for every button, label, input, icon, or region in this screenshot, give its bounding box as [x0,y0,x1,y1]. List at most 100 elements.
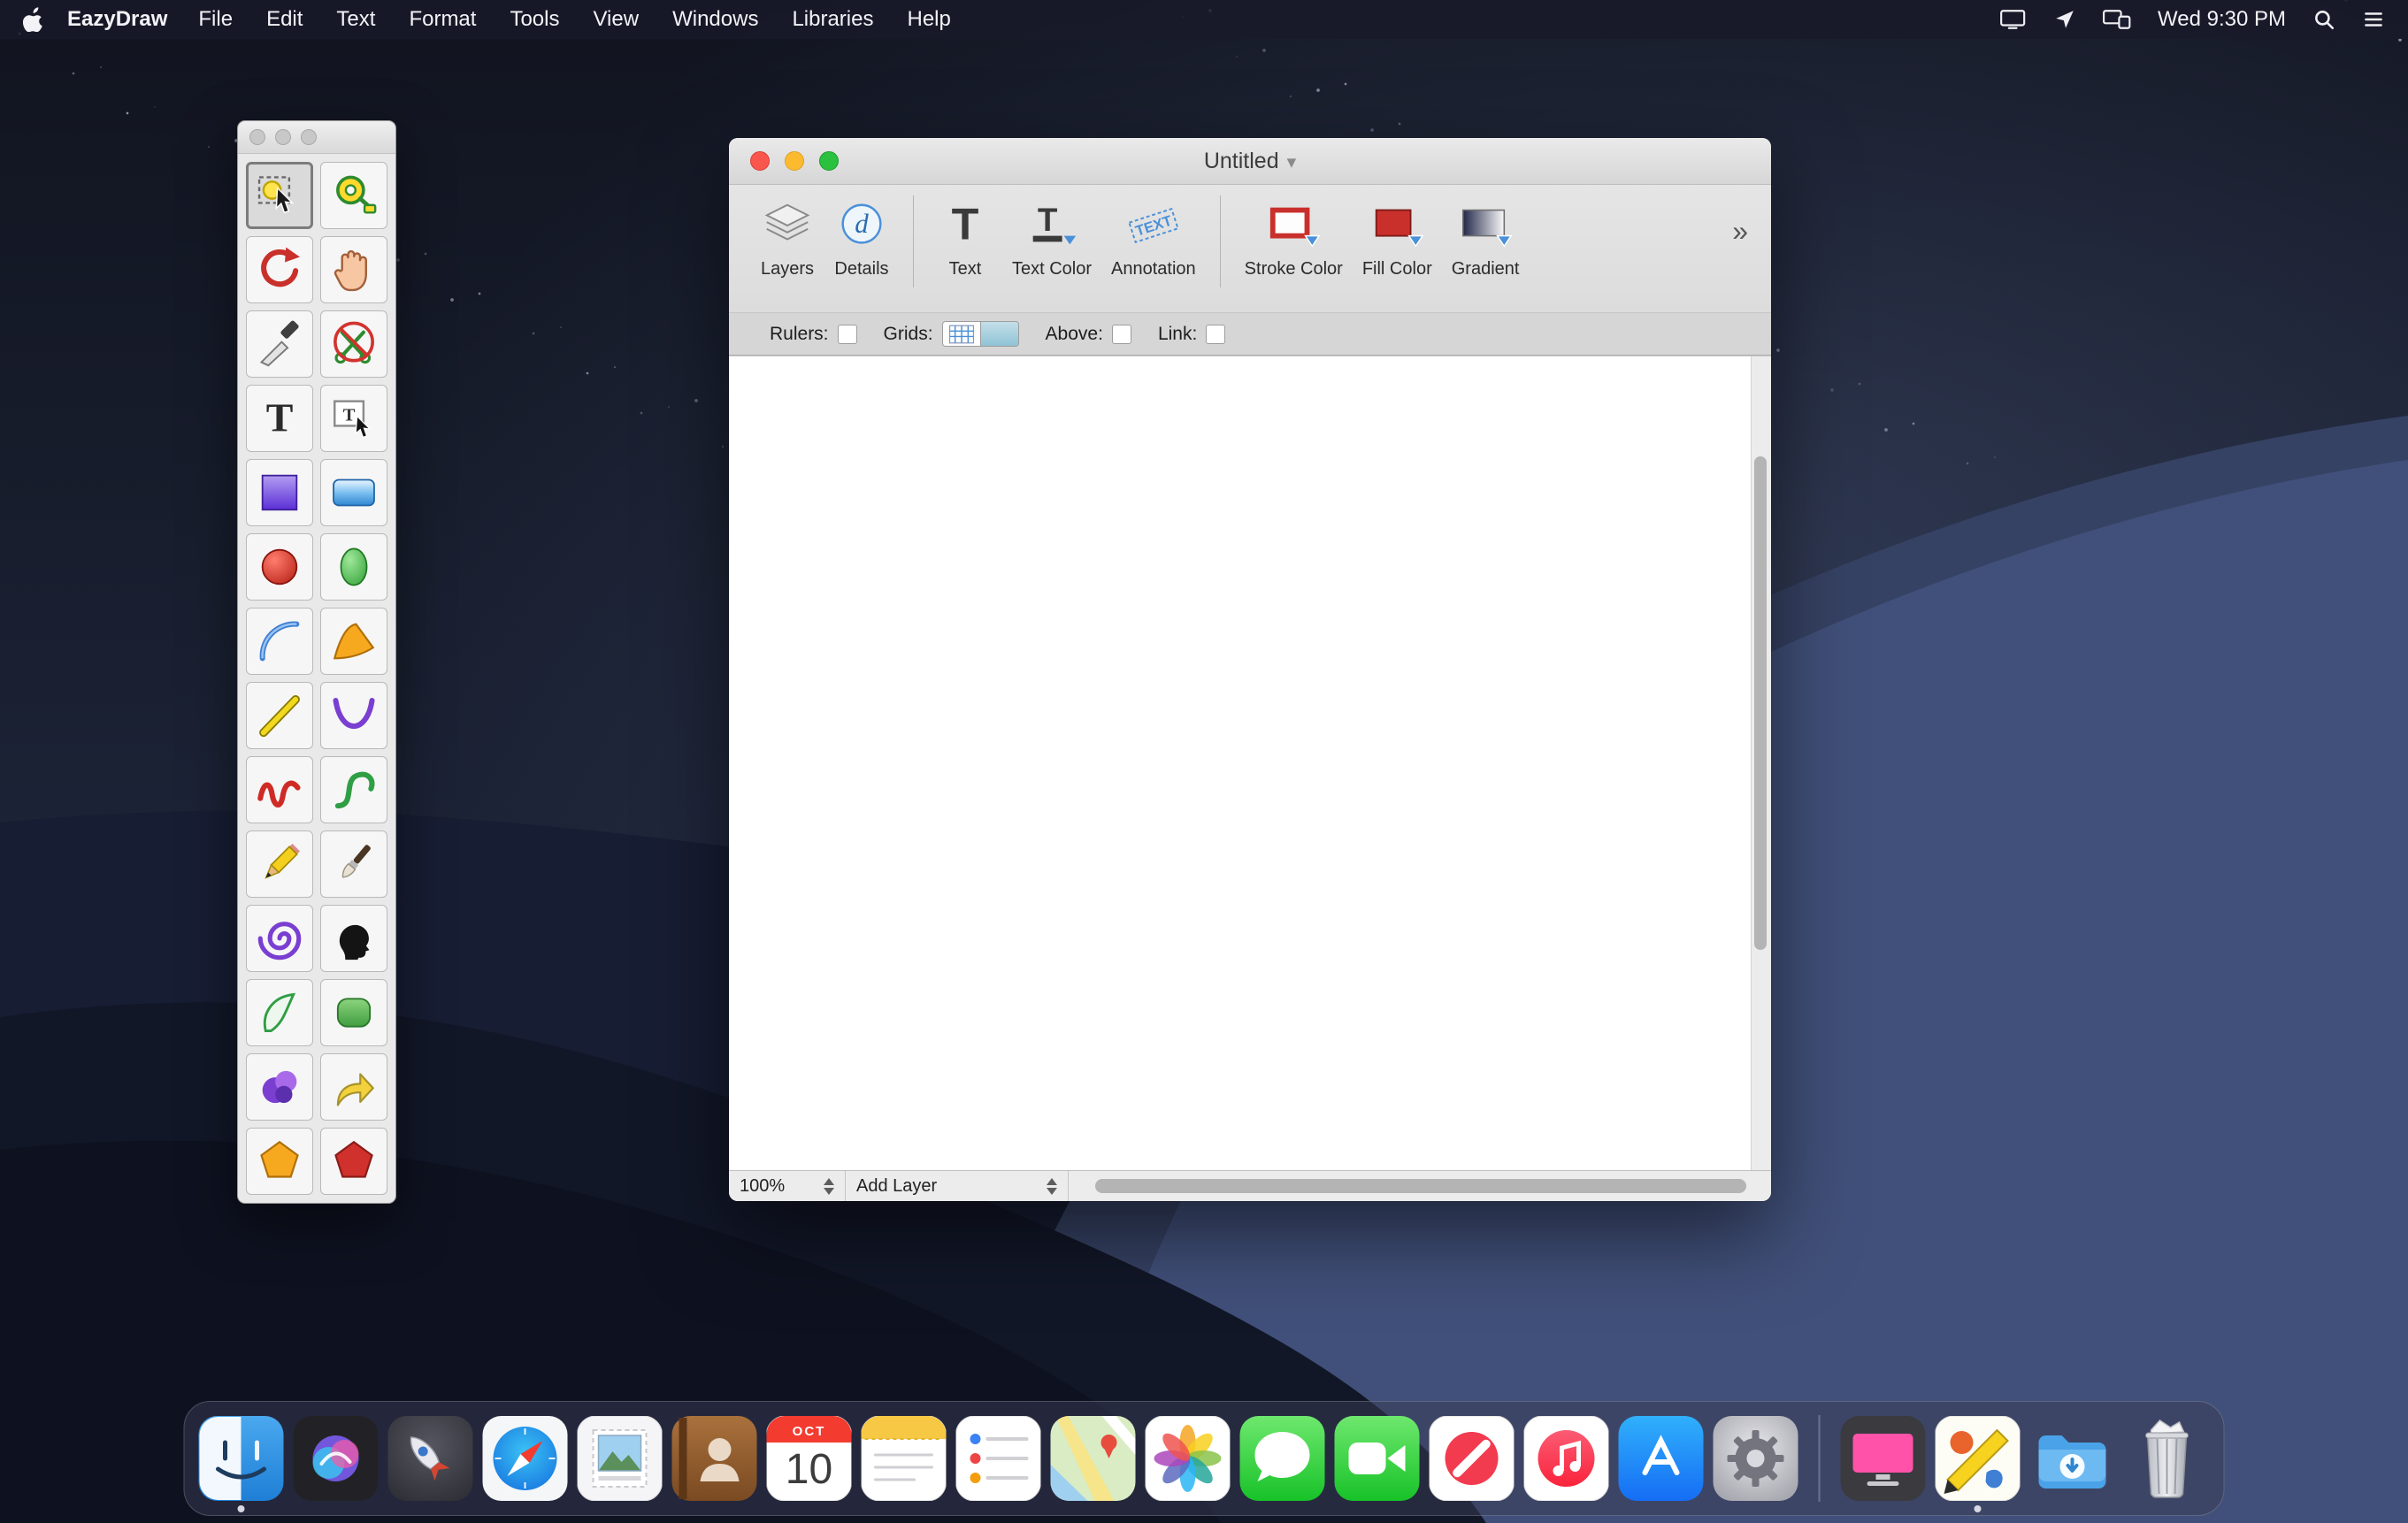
tool-text[interactable]: T [246,385,313,452]
close-button[interactable] [750,151,770,171]
apple-menu[interactable] [23,7,44,32]
palette-zoom-button[interactable] [301,129,317,145]
spotlight-icon[interactable] [2312,8,2335,31]
tool-rotate[interactable] [246,236,313,303]
dock-item-maps[interactable] [1051,1416,1136,1501]
tool-pentagon-orange[interactable] [246,1128,313,1195]
menu-libraries[interactable]: Libraries [775,7,890,32]
dock-item-launchpad[interactable] [388,1416,473,1501]
tool-line[interactable] [246,682,313,749]
menu-help[interactable]: Help [890,7,967,32]
menu-windows[interactable]: Windows [656,7,775,32]
toolbar-gradient-button[interactable]: Gradient [1442,192,1530,279]
menu-text[interactable]: Text [319,7,392,32]
tool-measure[interactable] [320,162,387,229]
tool-knife[interactable] [246,310,313,378]
zoom-select[interactable]: 100% [729,1171,846,1201]
palette-minimize-button[interactable] [275,129,291,145]
menu-view[interactable]: View [576,7,656,32]
dock-item-news[interactable] [1430,1416,1515,1501]
window-title[interactable]: Untitled [1204,149,1296,174]
zoom-stepper-icon[interactable] [824,1178,834,1195]
menubar-clock[interactable]: Wed 9:30 PM [2158,7,2286,32]
link-checkbox[interactable] [1206,325,1225,344]
tool-scissors[interactable] [320,310,387,378]
tool-selection[interactable] [246,162,313,229]
above-checkbox[interactable] [1112,325,1131,344]
toolbar-text-button[interactable]: TText [928,192,1002,279]
tool-rounded-rectangle[interactable] [320,459,387,526]
tool-curve[interactable] [320,682,387,749]
window-titlebar[interactable]: Untitled [729,138,1771,185]
vertical-scrollbar[interactable] [1751,356,1771,1170]
tool-freehand[interactable] [246,756,313,823]
dock-item-notes[interactable] [862,1416,947,1501]
notification-center-icon[interactable] [2362,8,2385,31]
palette-close-button[interactable] [249,129,265,145]
add-layer-stepper-icon[interactable] [1047,1178,1057,1195]
tool-rectangle[interactable] [246,459,313,526]
horizontal-scrollbar[interactable] [1069,1171,1771,1201]
dock-item-facetime[interactable] [1335,1416,1420,1501]
dock-item-music[interactable] [1524,1416,1609,1501]
toolbar-fill-color-button[interactable]: Fill Color [1353,192,1442,279]
add-layer-select[interactable]: Add Layer [846,1171,1069,1201]
location-arrow-icon[interactable] [2053,8,2076,31]
dock-item-safari[interactable] [483,1416,568,1501]
tool-cone[interactable] [320,608,387,675]
menu-edit[interactable]: Edit [249,7,319,32]
zoom-button[interactable] [819,151,839,171]
toolbar-text-color-button[interactable]: TText Color [1002,192,1101,279]
dock-item-eazydraw[interactable] [1936,1416,2021,1501]
tool-leaf-curve[interactable] [246,979,313,1046]
tool-spiral[interactable] [246,905,313,972]
tool-rounded-square[interactable] [320,979,387,1046]
grid-color-button[interactable] [980,322,1018,346]
dock-item-monitor-app[interactable] [1841,1416,1926,1501]
vertical-scrollbar-thumb[interactable] [1754,456,1767,950]
toolbar-fill-color-label: Fill Color [1362,259,1432,279]
toolbar-stroke-color-button[interactable]: Stroke Color [1235,192,1353,279]
dock-item-contacts[interactable] [672,1416,757,1501]
dock-item-finder[interactable] [199,1416,284,1501]
app-menu-eazydraw[interactable]: EazyDraw [53,7,181,32]
sidecar-icon[interactable] [2103,8,2132,31]
tool-text-box[interactable]: T [320,385,387,452]
display-icon[interactable] [1999,8,2026,31]
dock-item-siri[interactable] [294,1416,379,1501]
toolbar-details-button[interactable]: dDetails [824,192,899,279]
tool-arc[interactable] [246,608,313,675]
tool-hand[interactable] [320,236,387,303]
toolbar-gradient-label: Gradient [1452,259,1520,279]
dock-item-calendar[interactable]: OCT10 [767,1416,852,1501]
menu-file[interactable]: File [181,7,249,32]
toolbar-annotation-button[interactable]: TEXTAnnotation [1101,192,1206,279]
dock-item-reminders[interactable] [956,1416,1041,1501]
dock-item-messages[interactable] [1240,1416,1325,1501]
grid-pattern-button[interactable] [943,322,980,346]
tool-circle[interactable] [246,533,313,601]
dock-item-appstore[interactable] [1619,1416,1704,1501]
dock-item-system-preferences[interactable] [1714,1416,1798,1501]
tool-pencil[interactable] [246,830,313,898]
menu-format[interactable]: Format [392,7,493,32]
toolbar-overflow-button[interactable]: » [1732,192,1757,248]
dock-item-trash[interactable] [2125,1416,2210,1501]
dock-item-photos[interactable] [1146,1416,1231,1501]
dock-item-mail[interactable] [578,1416,663,1501]
palette-titlebar[interactable] [238,121,395,154]
tool-fold-arrow[interactable] [320,1053,387,1121]
menu-tools[interactable]: Tools [493,7,576,32]
tool-brush[interactable] [320,830,387,898]
tool-pentagon-red[interactable] [320,1128,387,1195]
tool-swirl[interactable] [246,1053,313,1121]
minimize-button[interactable] [785,151,804,171]
tool-silhouette[interactable] [320,905,387,972]
toolbar-layers-button[interactable]: Layers [750,192,824,279]
dock-item-downloads[interactable] [2030,1416,2115,1501]
tool-ellipse[interactable] [320,533,387,601]
rulers-checkbox[interactable] [838,325,857,344]
drawing-canvas[interactable] [729,356,1751,1170]
horizontal-scrollbar-thumb[interactable] [1095,1179,1746,1193]
tool-bezier[interactable] [320,756,387,823]
